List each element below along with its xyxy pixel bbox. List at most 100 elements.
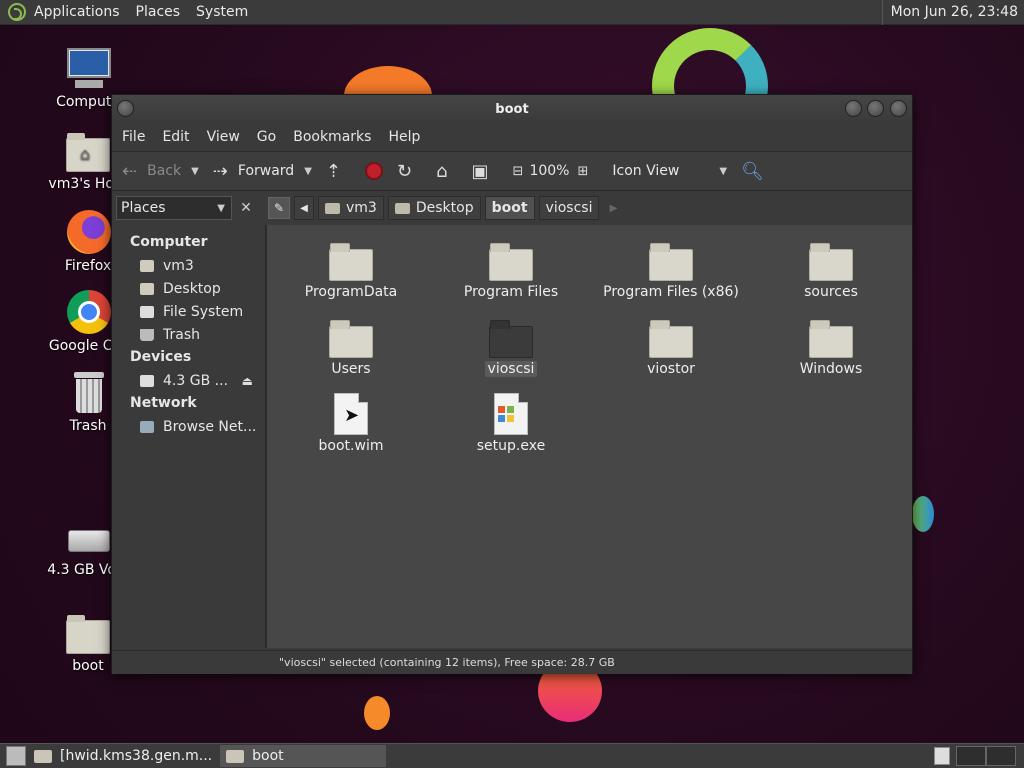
breadcrumb-desktop[interactable]: Desktop (387, 196, 481, 220)
wallpaper-small-blob (364, 696, 390, 730)
eject-icon[interactable]: ⏏ (242, 374, 253, 388)
workspace-1[interactable] (956, 746, 986, 766)
breadcrumb-boot[interactable]: boot (484, 196, 535, 220)
distro-logo-icon[interactable] (8, 3, 26, 21)
file-view[interactable]: ProgramData Program Files Program Files … (267, 225, 912, 648)
folder-icon (65, 610, 111, 654)
menu-system[interactable]: System (188, 4, 256, 20)
chrome-icon (65, 290, 111, 334)
show-desktop-button[interactable] (6, 746, 26, 766)
home-folder-icon (140, 259, 154, 272)
sidebar-heading-network: Network (130, 395, 197, 411)
reload-icon: ↻ (397, 160, 413, 182)
menu-file[interactable]: File (115, 129, 152, 145)
zoom-level: 100% (529, 163, 570, 179)
sidebar-item-volume[interactable]: 4.3 GB ... ⏏ (112, 369, 265, 392)
close-icon: ✕ (240, 200, 252, 216)
folder-icon (649, 239, 693, 281)
statusbar-left (112, 650, 265, 674)
mouse-cursor-icon: ➤ (344, 405, 360, 426)
toggle-location-entry-button[interactable]: ✎ (268, 197, 290, 219)
file-item[interactable]: Windows (761, 316, 901, 377)
folder-icon (809, 316, 853, 358)
forward-arrow-icon: ⇢ (212, 160, 228, 182)
menu-bar: File Edit View Go Bookmarks Help (112, 123, 912, 151)
tray-notification-icon[interactable] (934, 747, 950, 765)
breadcrumb-scroll-right[interactable]: ▶ (603, 196, 623, 220)
zoom-out-icon: ⊟ (512, 163, 524, 179)
sidebar-item-vm3[interactable]: vm3 (112, 254, 265, 277)
home-icon: ⌂ (436, 160, 448, 182)
file-item[interactable]: Program Files (x86) (601, 239, 741, 300)
sidebar-item-desktop[interactable]: Desktop (112, 277, 265, 300)
file-item[interactable]: sources (761, 239, 901, 300)
computer-button[interactable]: ▣ (472, 161, 499, 182)
breadcrumb-vioscsi[interactable]: vioscsi (538, 196, 600, 220)
file-item[interactable]: viostor (601, 316, 741, 377)
up-button[interactable]: ⇡ (326, 161, 351, 182)
forward-button[interactable]: ⇢ Forward ▼ (213, 161, 312, 182)
zoom-in-button[interactable]: ⊞ (577, 164, 598, 179)
minimize-button[interactable] (845, 100, 862, 117)
folder-icon (649, 316, 693, 358)
breadcrumb-scroll-left[interactable]: ◀ (294, 196, 314, 220)
search-button[interactable]: 🔍︎ (741, 161, 774, 182)
taskbar-item-boot[interactable]: boot (220, 745, 387, 767)
desktop-folder-icon (394, 202, 410, 214)
file-item[interactable]: ➤ boot.wim (281, 393, 421, 454)
back-button[interactable]: ⇠ Back ▼ (122, 161, 199, 182)
sidebar-item-browse-network[interactable]: Browse Net... (112, 415, 265, 438)
status-bar: "vioscsi" selected (containing 12 items)… (265, 650, 912, 674)
maximize-button[interactable] (867, 100, 884, 117)
menu-go[interactable]: Go (250, 129, 283, 145)
pencil-icon: ✎ (273, 201, 285, 215)
window-menu-button[interactable] (117, 100, 134, 117)
side-pane-select[interactable]: Places ▼ (116, 196, 232, 220)
menu-help[interactable]: Help (381, 129, 427, 145)
taskbar-item-hwid[interactable]: [hwid.kms38.gen.m... (28, 745, 218, 767)
view-mode-select[interactable]: Icon View ▼ (612, 163, 727, 179)
zoom-out-button[interactable]: ⊟ 100% (513, 163, 570, 179)
computer-icon: ▣ (471, 160, 489, 182)
firefox-icon (65, 210, 111, 254)
home-button[interactable]: ⌂ (436, 161, 457, 182)
folder-icon (226, 749, 245, 763)
file-item[interactable]: Program Files (441, 239, 581, 300)
document-icon: ➤ (329, 393, 373, 435)
back-history-dropdown[interactable]: ▼ (191, 166, 199, 177)
search-icon: 🔍︎ (741, 160, 764, 182)
file-item[interactable]: ProgramData (281, 239, 421, 300)
sidebar-item-file-system[interactable]: File System (112, 300, 265, 323)
file-item[interactable]: setup.exe (441, 393, 581, 454)
chevron-down-icon: ▼ (719, 165, 728, 177)
menu-places[interactable]: Places (128, 4, 189, 20)
location-bar: Places ▼ ✕ ✎ ◀ vm3 Desktop boot vioscsi … (112, 191, 912, 225)
window-title: boot (495, 101, 529, 117)
stop-icon[interactable] (365, 162, 383, 180)
close-side-pane-button[interactable]: ✕ (236, 197, 256, 219)
computer-icon (65, 46, 111, 90)
harddisk-icon (140, 305, 154, 318)
toolbar: ⇠ Back ▼ ⇢ Forward ▼ ⇡ ↻ ⌂ ▣ ⊟ 100% ⊞ Ico… (112, 151, 912, 191)
file-item-selected[interactable]: vioscsi (441, 316, 581, 377)
sidebar-item-trash[interactable]: Trash (112, 323, 265, 346)
menu-edit[interactable]: Edit (155, 129, 196, 145)
zoom-in-icon: ⊞ (577, 163, 589, 179)
close-button[interactable] (890, 100, 907, 117)
drive-icon (140, 374, 154, 387)
chevron-down-icon: ▼ (217, 202, 225, 214)
clock[interactable]: Mon Jun 26, 23:48 (881, 0, 1024, 25)
folder-icon (34, 749, 52, 763)
workspace-2[interactable] (986, 746, 1016, 766)
forward-history-dropdown[interactable]: ▼ (304, 166, 312, 177)
menu-view[interactable]: View (200, 129, 247, 145)
breadcrumb-vm3[interactable]: vm3 (318, 196, 384, 220)
menu-applications[interactable]: Applications (26, 4, 128, 20)
file-item[interactable]: Users (281, 316, 421, 377)
workspace-switcher[interactable] (956, 746, 1016, 766)
reload-button[interactable]: ↻ (397, 161, 422, 182)
menu-bookmarks[interactable]: Bookmarks (286, 129, 378, 145)
folder-icon (329, 239, 373, 281)
window-titlebar[interactable]: boot (112, 95, 912, 123)
network-icon (140, 420, 154, 433)
